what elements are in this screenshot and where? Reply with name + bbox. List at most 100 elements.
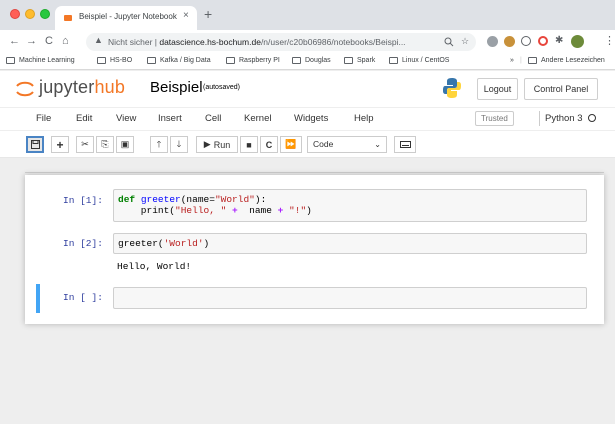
restart-button[interactable]: C <box>260 136 278 153</box>
selected-cell-indicator <box>36 284 40 313</box>
trusted-indicator[interactable]: Trusted <box>475 111 514 126</box>
browser-tab-active[interactable]: Beispiel - Jupyter Notebook × <box>55 6 197 30</box>
menu-edit[interactable]: Edit <box>76 113 92 124</box>
menu-widgets[interactable]: Widgets <box>294 113 328 124</box>
tab-close-icon[interactable]: × <box>183 10 189 21</box>
jupyter-logo-icon <box>16 81 34 97</box>
paste-button[interactable]: ▣ <box>116 136 134 153</box>
minimize-window-button[interactable] <box>25 9 35 19</box>
home-icon[interactable]: ⌂ <box>62 34 69 48</box>
cell-1-prompt: In [1]: <box>63 195 103 206</box>
kernel-status-icon <box>587 114 596 122</box>
bookmark-star-icon[interactable]: ☆ <box>461 36 469 47</box>
move-up-button[interactable]: 🡑 <box>150 136 168 153</box>
jupyter-favicon-icon <box>64 15 72 21</box>
menu-file[interactable]: File <box>36 113 51 124</box>
zoom-icon[interactable] <box>444 37 454 47</box>
python-logo-icon <box>443 78 461 98</box>
keyboard-icon <box>399 141 411 148</box>
cell-2-output: Hello, World! <box>117 261 192 272</box>
maximize-window-button[interactable] <box>40 9 50 19</box>
move-down-button[interactable]: 🡓 <box>170 136 188 153</box>
reload-icon[interactable]: C <box>45 34 53 48</box>
plus-icon: + <box>56 137 64 152</box>
browser-tabstrip: Beispiel - Jupyter Notebook × + <box>0 0 615 30</box>
logout-button[interactable]: Logout <box>477 78 518 100</box>
address-bar-row: ← → C ⌂ ▲ Nicht sicher | datascience.hs-… <box>0 30 615 54</box>
menu-view[interactable]: View <box>116 113 136 124</box>
other-bookmarks[interactable]: Andere Lesezeichen <box>528 57 605 64</box>
play-icon: ▶ <box>203 139 211 149</box>
cell-1-input[interactable]: def greeter(name="World"): print("Hello,… <box>113 189 587 222</box>
cell-2-prompt: In [2]: <box>63 238 103 249</box>
cell-type-select[interactable]: Code ⌄ <box>307 136 387 153</box>
cookie-extension-icon[interactable] <box>504 36 515 47</box>
interrupt-button[interactable]: ■ <box>240 136 258 153</box>
notebook-toolbar: + ✂ ⎘ ▣ 🡑 🡓 ▶ Run ■ C ⏩ Code ⌄ <box>0 131 615 158</box>
run-button[interactable]: ▶ Run <box>196 136 238 153</box>
info-extension-icon[interactable] <box>521 36 531 46</box>
folder-icon <box>147 57 156 64</box>
bookmark-spark[interactable]: Spark <box>344 57 375 64</box>
menu-help[interactable]: Help <box>354 113 374 124</box>
menu-cell[interactable]: Cell <box>205 113 221 124</box>
save-icon <box>30 140 40 149</box>
menu-kernel[interactable]: Kernel <box>244 113 271 124</box>
folder-icon <box>226 57 235 64</box>
url-text: Nicht sicher | datascience.hs-bochum.de/… <box>108 37 406 47</box>
warning-icon: ▲ <box>94 35 103 45</box>
autosave-status: (autosaved) <box>203 84 240 91</box>
folder-icon <box>292 57 301 64</box>
tab-title: Beispiel - Jupyter Notebook <box>79 12 177 21</box>
more-menu-icon[interactable]: ⋮ <box>604 34 615 48</box>
url-path: /n/user/c20b06986/notebooks/Beispi... <box>260 37 406 47</box>
menu-insert[interactable]: Insert <box>158 113 182 124</box>
back-icon[interactable]: ← <box>9 34 20 48</box>
copy-icon: ⎘ <box>101 139 109 149</box>
not-secure-label: Nicht sicher <box>108 37 153 47</box>
bookmark-raspberry-pi[interactable]: Raspberry PI <box>226 57 280 64</box>
stop-icon: ■ <box>246 139 252 150</box>
extension-icon[interactable] <box>487 36 498 47</box>
notebook-name[interactable]: Beispiel <box>150 79 203 96</box>
jupyterhub-logo[interactable]: jupyterhub <box>39 77 125 98</box>
bookmark-linux-centos[interactable]: Linux / CentOS <box>389 57 449 64</box>
restart-icon: C <box>265 139 273 150</box>
bookmark-divider: | <box>520 57 522 64</box>
url-input[interactable]: ▲ Nicht sicher | datascience.hs-bochum.d… <box>86 33 476 51</box>
close-window-button[interactable] <box>10 9 20 19</box>
command-palette-button[interactable] <box>394 136 416 153</box>
bookmark-machine-learning[interactable]: Machine Learning <box>6 57 75 64</box>
jupyter-header: jupyterhub Beispiel (autosaved) Logout C… <box>0 71 615 107</box>
arrow-up-icon: 🡑 <box>156 138 162 149</box>
cell-3-input[interactable] <box>113 287 587 309</box>
forward-icon[interactable]: → <box>26 34 37 48</box>
bookmark-kafka[interactable]: Kafka / Big Data <box>147 57 211 64</box>
folder-icon <box>6 57 15 64</box>
profile-avatar[interactable] <box>571 35 584 48</box>
url-host: datascience.hs-bochum.de <box>159 37 261 47</box>
folder-icon <box>97 57 106 64</box>
cell-3-prompt: In [ ]: <box>63 292 103 303</box>
cell-2-input[interactable]: greeter('World') <box>113 233 587 254</box>
copy-button[interactable]: ⎘ <box>96 136 114 153</box>
kernel-indicator: Python 3 <box>539 111 596 126</box>
paste-icon: ▣ <box>120 139 130 149</box>
puzzle-extension-icon[interactable]: ✱ <box>555 34 563 48</box>
cut-button[interactable]: ✂ <box>76 136 94 153</box>
bookmarks-overflow[interactable]: » <box>510 57 514 64</box>
opera-extension-icon[interactable] <box>538 36 548 46</box>
bookmark-douglas[interactable]: Douglas <box>292 57 331 64</box>
control-panel-button[interactable]: Control Panel <box>524 78 598 100</box>
notebook-divider <box>25 172 604 173</box>
fast-forward-icon: ⏩ <box>285 139 297 149</box>
kernel-name: Python 3 <box>545 113 583 124</box>
arrow-down-icon: 🡓 <box>176 138 182 149</box>
bookmark-hs-bo[interactable]: HS-BO <box>97 57 132 64</box>
restart-run-all-button[interactable]: ⏩ <box>280 136 302 153</box>
insert-cell-button[interactable]: + <box>51 136 69 153</box>
save-button[interactable] <box>26 136 44 153</box>
new-tab-button[interactable]: + <box>204 7 212 21</box>
folder-icon <box>344 57 353 64</box>
folder-icon <box>389 57 398 64</box>
